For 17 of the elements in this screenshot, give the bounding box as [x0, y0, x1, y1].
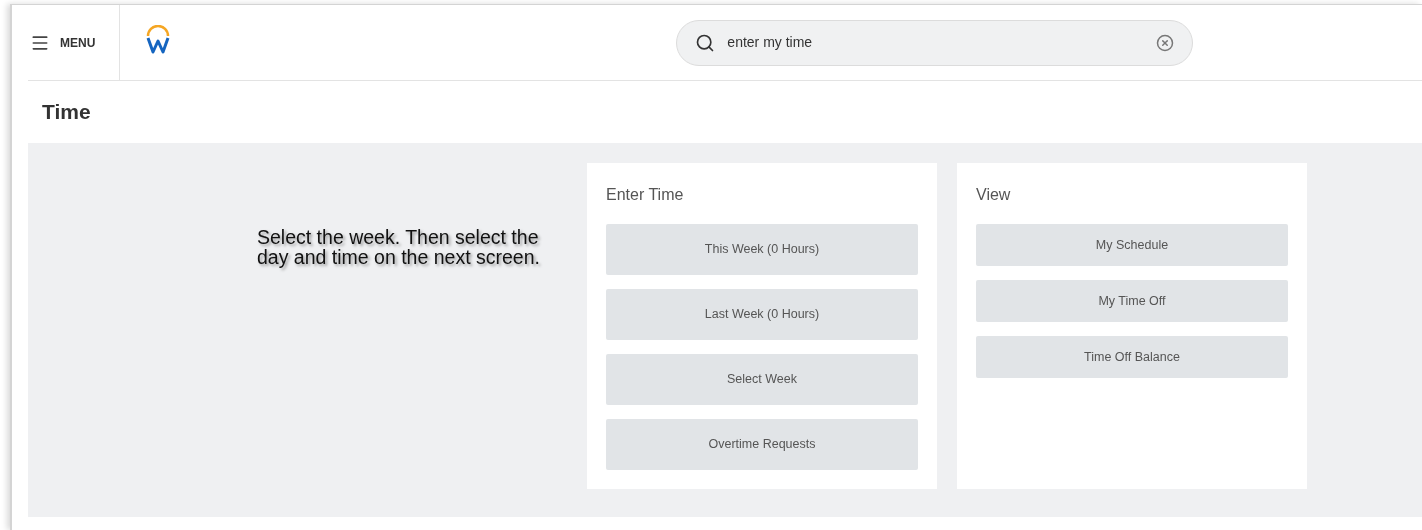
action-button[interactable]: Select Week	[606, 354, 918, 405]
action-button[interactable]: This Week (0 Hours)	[606, 224, 918, 275]
page-title: Time	[42, 99, 91, 126]
card-title: Enter Time	[606, 185, 685, 205]
action-button[interactable]: Time Off Balance	[976, 336, 1288, 378]
menu-button[interactable]: MENU	[28, 5, 121, 80]
action-button[interactable]: My Schedule	[976, 224, 1288, 266]
action-button[interactable]: Last Week (0 Hours)	[606, 289, 918, 340]
search-field[interactable]: enter my time	[727, 32, 1145, 53]
clear-icon[interactable]	[1156, 33, 1175, 52]
action-button[interactable]: My Time Off	[976, 280, 1288, 322]
search-icon	[695, 32, 716, 53]
logo-icon[interactable]	[146, 24, 171, 55]
card-title: View	[976, 185, 1012, 205]
action-button[interactable]: Overtime Requests	[606, 419, 918, 470]
instruction-text: Select the week. Then select the day and time on the next screen.	[257, 227, 541, 267]
search-bar[interactable]: enter my time	[676, 19, 1194, 66]
